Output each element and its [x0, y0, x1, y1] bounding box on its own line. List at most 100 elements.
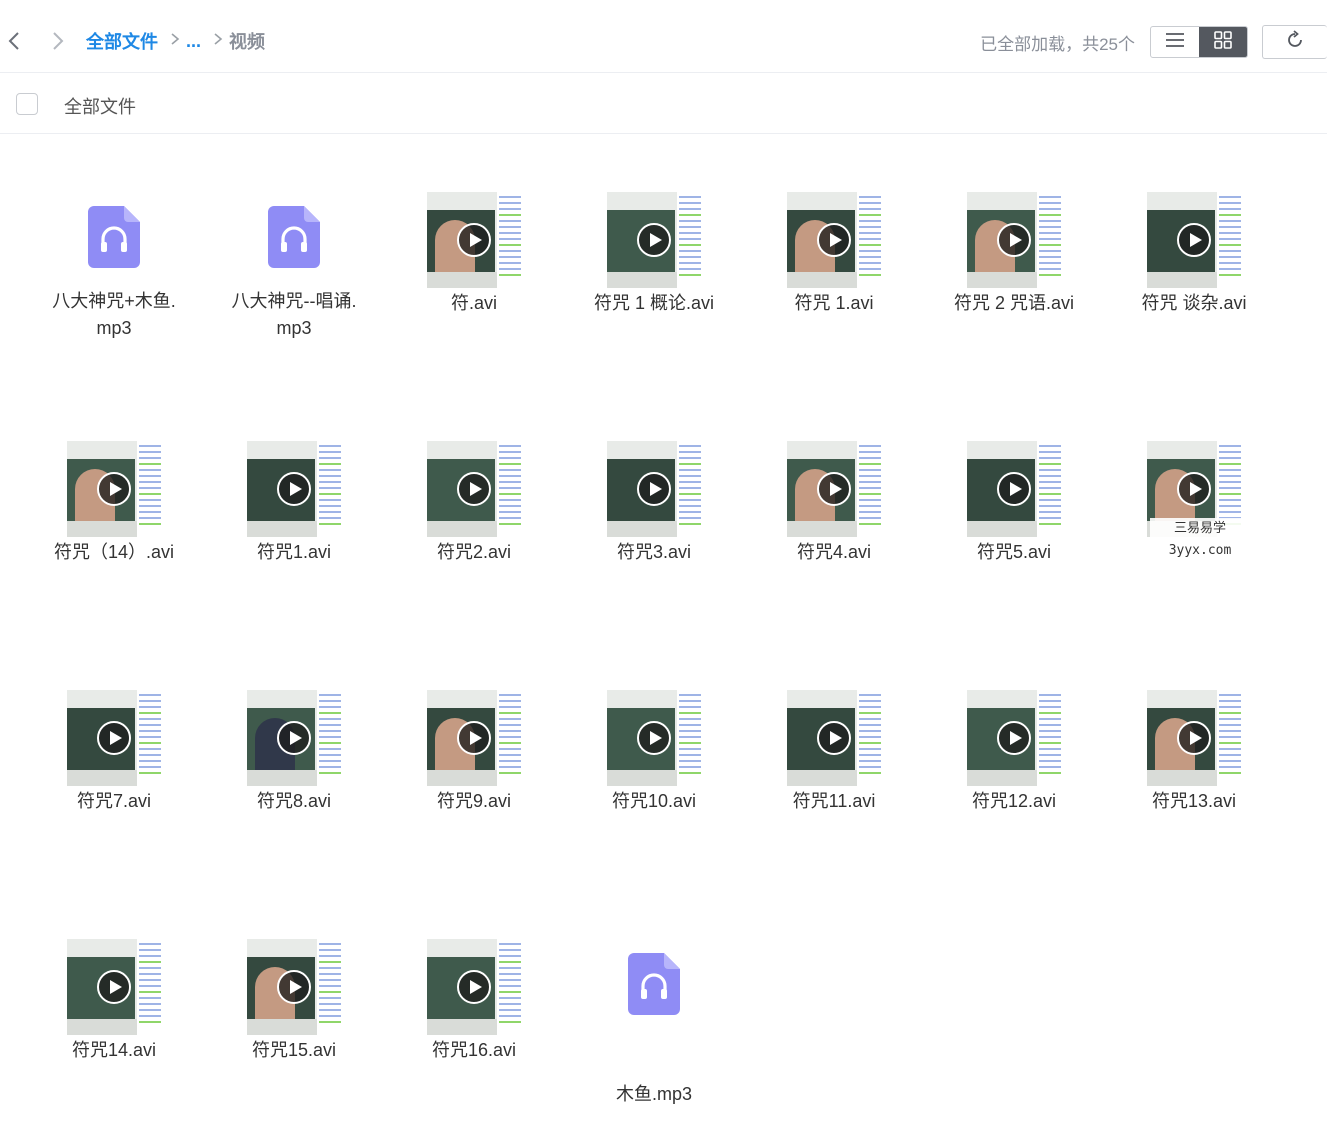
file-item[interactable]: 符咒12.avi	[926, 690, 1102, 890]
video-thumbnail	[247, 939, 343, 1035]
file-name: 符咒12.avi	[971, 791, 1057, 811]
file-name: 八大神咒+木鱼. mp3	[52, 291, 176, 338]
video-thumbnail	[967, 690, 1063, 786]
file-item[interactable]: 符咒8.avi	[206, 690, 382, 890]
back-button[interactable]	[2, 28, 28, 54]
video-thumbnail	[67, 441, 163, 537]
file-name: 符咒4.avi	[796, 542, 872, 562]
video-thumbnail	[607, 192, 703, 288]
play-icon	[1177, 721, 1211, 755]
top-bar: 全部文件 ... 视频 已全部加载，共25个	[0, 0, 1327, 73]
play-icon	[1177, 472, 1211, 506]
file-name: 符咒2.avi	[436, 542, 512, 562]
play-icon	[457, 223, 491, 257]
play-icon	[277, 970, 311, 1004]
video-thumbnail	[607, 441, 703, 537]
file-name: 符咒 谈杂.avi	[1141, 293, 1247, 313]
grid-view-button[interactable]	[1199, 27, 1247, 57]
video-thumbnail	[67, 690, 163, 786]
file-name: 木鱼.mp3	[615, 1084, 693, 1104]
play-icon	[97, 721, 131, 755]
list-view-button[interactable]	[1151, 27, 1199, 57]
play-icon	[637, 223, 671, 257]
file-name: 符咒 2 咒语.avi	[953, 293, 1075, 313]
file-name: 符咒11.avi	[792, 791, 876, 811]
file-item[interactable]: 符咒7.avi	[26, 690, 202, 890]
audio-file-icon	[628, 953, 680, 1015]
forward-button[interactable]	[44, 28, 70, 54]
file-item[interactable]: 符咒5.avi	[926, 441, 1102, 641]
grid-view-icon	[1214, 30, 1232, 54]
file-item[interactable]: 符咒 谈杂.avi	[1106, 192, 1282, 392]
play-icon	[997, 472, 1031, 506]
play-icon	[277, 721, 311, 755]
file-item[interactable]: 符.avi	[386, 192, 562, 392]
file-name: 符.avi	[450, 293, 497, 313]
file-item[interactable]: 符咒10.avi	[566, 690, 742, 890]
file-name: 符咒16.avi	[431, 1040, 517, 1060]
video-thumbnail	[1147, 192, 1243, 288]
file-item[interactable]: 符咒2.avi	[386, 441, 562, 641]
file-item[interactable]: 符咒9.avi	[386, 690, 562, 890]
file-name: 符咒7.avi	[76, 791, 152, 811]
audio-file-icon	[268, 206, 320, 268]
file-item[interactable]: 符咒15.avi	[206, 939, 382, 1139]
video-thumbnail	[967, 192, 1063, 288]
video-thumbnail	[247, 690, 343, 786]
video-thumbnail	[787, 690, 883, 786]
video-thumbnail	[247, 441, 343, 537]
watermark: 三易易学 3yyx.com	[1150, 518, 1250, 562]
file-name: 符咒5.avi	[976, 542, 1052, 562]
list-view-icon	[1165, 32, 1185, 53]
file-item[interactable]: 符咒3.avi	[566, 441, 742, 641]
file-item[interactable]: 符咒 1 概论.avi	[566, 192, 742, 392]
play-icon	[457, 721, 491, 755]
file-item[interactable]: 符咒 1.avi	[746, 192, 922, 392]
file-name: 符咒8.avi	[256, 791, 332, 811]
video-thumbnail	[427, 441, 523, 537]
file-item[interactable]: 木鱼.mp3	[566, 939, 742, 1139]
video-thumbnail	[967, 441, 1063, 537]
breadcrumb-current: 视频	[229, 32, 266, 52]
file-item[interactable]: 八大神咒+木鱼. mp3	[26, 192, 202, 392]
chevron-left-icon	[2, 28, 28, 54]
refresh-icon	[1285, 29, 1305, 55]
file-name: 符咒10.avi	[611, 791, 697, 811]
play-icon	[637, 721, 671, 755]
select-all-row: 全部文件	[0, 73, 1327, 134]
play-icon	[997, 223, 1031, 257]
file-name: 八大神咒--唱诵. mp3	[231, 291, 357, 338]
video-thumbnail	[427, 192, 523, 288]
load-status: 已全部加载，共25个	[980, 35, 1135, 54]
file-item[interactable]: 符咒1.avi	[206, 441, 382, 641]
file-name: 符咒3.avi	[616, 542, 692, 562]
file-name: 符咒 1.avi	[794, 293, 874, 313]
file-item[interactable]: 符咒 2 咒语.avi	[926, 192, 1102, 392]
play-icon	[997, 721, 1031, 755]
file-item[interactable]: 八大神咒--唱诵. mp3	[206, 192, 382, 392]
file-name: 符咒13.avi	[1151, 791, 1237, 811]
audio-file-icon	[88, 206, 140, 268]
chevron-right-icon	[170, 32, 180, 51]
file-item[interactable]: 符咒（14）.avi	[26, 441, 202, 641]
file-item[interactable]: 符咒13.avi	[1106, 690, 1282, 890]
file-item[interactable]: 符咒4.avi	[746, 441, 922, 641]
breadcrumb-root[interactable]: 全部文件	[86, 28, 158, 54]
refresh-button[interactable]	[1262, 25, 1327, 59]
file-item[interactable]: 符咒11.avi	[746, 690, 922, 890]
file-item[interactable]: 符咒14.avi	[26, 939, 202, 1139]
video-thumbnail	[67, 939, 163, 1035]
play-icon	[97, 472, 131, 506]
play-icon	[277, 472, 311, 506]
file-item[interactable]: 符咒16.avi	[386, 939, 562, 1139]
chevron-right-icon	[213, 32, 223, 51]
select-all-checkbox[interactable]	[16, 93, 38, 115]
breadcrumb-ellipsis[interactable]: ...	[186, 31, 201, 52]
breadcrumb: 全部文件 ... 视频	[86, 28, 265, 54]
video-thumbnail	[427, 690, 523, 786]
file-name: 符咒1.avi	[256, 542, 332, 562]
video-thumbnail	[427, 939, 523, 1035]
play-icon	[817, 721, 851, 755]
play-icon	[457, 970, 491, 1004]
file-name: 符咒9.avi	[436, 791, 512, 811]
